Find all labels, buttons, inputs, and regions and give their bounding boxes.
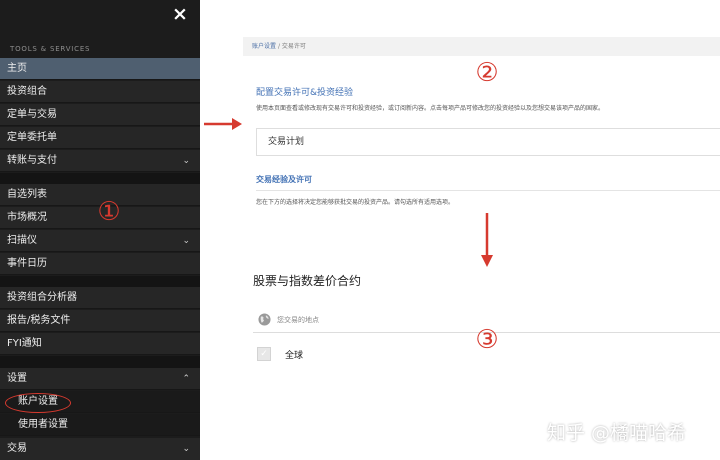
nav-divider	[0, 173, 200, 184]
global-checkbox[interactable]: ✓	[257, 347, 271, 361]
highlight-circle	[5, 393, 71, 413]
nav-item-event-calendar[interactable]: 事件日历	[0, 253, 200, 275]
chevron-up-icon: ⌃	[182, 374, 190, 384]
nav-item-orders-trades[interactable]: 定单与交易	[0, 104, 200, 126]
section-title: 交易经验及许可	[256, 175, 312, 184]
trading-plan-label: 交易计划	[268, 137, 305, 147]
breadcrumb: 账户设置 / 交易许可	[243, 37, 720, 56]
sidebar: × TOOLS & SERVICES 主页 投资组合 定单与交易 定单委托单 转…	[0, 0, 200, 460]
nav-item-reports-tax[interactable]: 报告/税务文件	[0, 310, 200, 332]
trading-plan-button[interactable]: 交易计划	[256, 128, 720, 156]
nav-item-trading[interactable]: 交易 ⌄	[0, 438, 200, 460]
annotation-number-3: ③	[475, 325, 499, 355]
annotation-number-1: ①	[97, 197, 121, 227]
nav-item-scanner[interactable]: 扫描仪 ⌄	[0, 230, 200, 252]
nav-item-user-settings[interactable]: 使用者设置	[0, 414, 200, 436]
location-label: 您交易的地点	[277, 316, 319, 324]
nav-item-order-tickets[interactable]: 定单委托单	[0, 127, 200, 149]
arrow-right-icon	[204, 118, 242, 130]
breadcrumb-separator: /	[277, 43, 280, 50]
nav-item-label: 定单与交易	[7, 109, 57, 120]
nav-item-label: 自选列表	[7, 189, 47, 200]
nav-item-label: 交易	[7, 443, 27, 454]
nav-item-label: 投资组合	[7, 86, 47, 97]
nav-item-label: 主页	[7, 63, 27, 74]
nav-item-label: 设置	[7, 373, 27, 384]
nav-item-label: 事件日历	[7, 258, 47, 269]
nav-item-label: 定单委托单	[7, 132, 57, 143]
nav-item-label: 扫描仪	[7, 235, 37, 246]
page-description: 使用本页面查看或修改现有交易许可和投资经验，或订阅新内容。点击每项产品可修改您的…	[256, 105, 605, 112]
arrow-down-icon	[481, 213, 493, 267]
nav-item-fyi[interactable]: FYI通知	[0, 333, 200, 355]
global-checkbox-label: 全球	[285, 351, 304, 361]
breadcrumb-current: 交易许可	[281, 43, 306, 50]
nav-item-label: 投资组合分析器	[7, 292, 77, 303]
divider	[256, 190, 720, 191]
nav-item-transfer-pay[interactable]: 转账与支付 ⌄	[0, 150, 200, 172]
nav-divider	[0, 276, 200, 287]
nav-item-settings[interactable]: 设置 ⌃	[0, 368, 200, 390]
nav-divider	[0, 356, 200, 368]
globe-icon	[258, 313, 271, 326]
breadcrumb-link[interactable]: 账户设置	[252, 43, 276, 50]
chevron-down-icon: ⌄	[182, 156, 190, 166]
section-description: 您在下方的选择将决定您能够获批交易的投资产品。请勾选所有适用选项。	[256, 199, 455, 206]
nav-item-label: 转账与支付	[7, 155, 57, 166]
section-title: 股票与指数差价合约	[253, 274, 362, 288]
nav-item-home[interactable]: 主页	[0, 58, 200, 80]
close-icon[interactable]: ×	[170, 4, 190, 24]
nav-item-label: 市场概况	[7, 212, 47, 223]
watermark: 知乎 @橘喵哈希	[547, 422, 687, 444]
page-title: 配置交易许可&投资经验	[256, 88, 354, 98]
annotation-number-2: ②	[475, 58, 499, 88]
nav-item-label: 使用者设置	[18, 419, 68, 430]
nav-item-label: 报告/税务文件	[7, 315, 71, 326]
nav-item-portfolio-analyst[interactable]: 投资组合分析器	[0, 287, 200, 309]
nav-item-portfolio[interactable]: 投资组合	[0, 81, 200, 103]
chevron-down-icon: ⌄	[182, 444, 190, 454]
nav-item-label: FYI通知	[7, 338, 42, 349]
section-heading: TOOLS & SERVICES	[10, 45, 91, 53]
chevron-down-icon: ⌄	[182, 236, 190, 246]
